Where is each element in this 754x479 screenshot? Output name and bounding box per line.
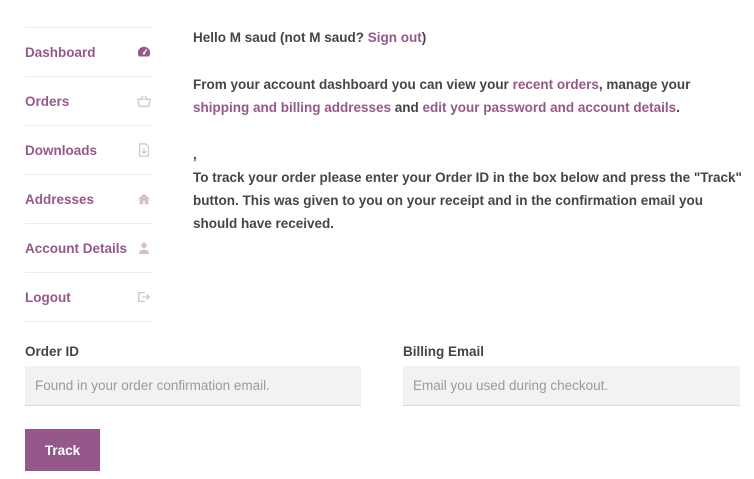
sidebar-item-label[interactable]: Dashboard: [25, 45, 96, 60]
user-icon: [136, 240, 152, 256]
track-order-instructions: To track your order please enter your Or…: [193, 170, 742, 231]
dashboard-intro: From your account dashboard you can view…: [193, 73, 743, 119]
account-content: Hello M saud (not M saud? Sign out) From…: [193, 26, 743, 235]
sign-out-link[interactable]: Sign out: [368, 30, 422, 45]
intro-text: , manage your: [598, 77, 691, 92]
sidebar-item-addresses[interactable]: Addresses: [25, 175, 152, 224]
shipping-billing-link[interactable]: shipping and billing addresses: [193, 100, 391, 115]
file-download-icon: [136, 142, 152, 158]
intro-text: From your account dashboard you can view…: [193, 77, 513, 92]
recent-orders-link[interactable]: recent orders: [513, 77, 599, 92]
sidebar-item-downloads[interactable]: Downloads: [25, 126, 152, 175]
intro-text: .: [676, 100, 680, 115]
sidebar-item-account-details[interactable]: Account Details: [25, 224, 152, 273]
sidebar-item-orders[interactable]: Orders: [25, 77, 152, 126]
account-navigation: Dashboard Orders Downloads Addresses Acc…: [25, 27, 152, 322]
sidebar-item-dashboard[interactable]: Dashboard: [25, 28, 152, 77]
sidebar-item-logout[interactable]: Logout: [25, 273, 152, 322]
intro-text: and: [391, 100, 423, 115]
order-id-input[interactable]: [25, 366, 361, 406]
greeting: Hello M saud (not M saud? Sign out): [193, 26, 743, 49]
greeting-close: ): [421, 30, 427, 45]
billing-email-label: Billing Email: [403, 344, 485, 359]
sidebar-item-label[interactable]: Account Details: [25, 241, 127, 256]
basket-icon: [136, 93, 152, 109]
greeting-text: Hello M saud (not M saud?: [193, 30, 368, 45]
billing-email-input[interactable]: [403, 366, 740, 406]
sidebar-item-label[interactable]: Logout: [25, 290, 71, 305]
sidebar-item-label[interactable]: Downloads: [25, 143, 97, 158]
sidebar-item-label[interactable]: Addresses: [25, 192, 94, 207]
sign-out-icon: [136, 289, 152, 305]
comma-text: ,: [193, 147, 197, 162]
account-details-link[interactable]: edit your password and account details: [423, 100, 677, 115]
track-button[interactable]: Track: [25, 429, 100, 471]
order-id-label: Order ID: [25, 344, 80, 359]
dashboard-icon: [136, 44, 152, 60]
home-icon: [136, 191, 152, 207]
sidebar-item-label[interactable]: Orders: [25, 94, 69, 109]
